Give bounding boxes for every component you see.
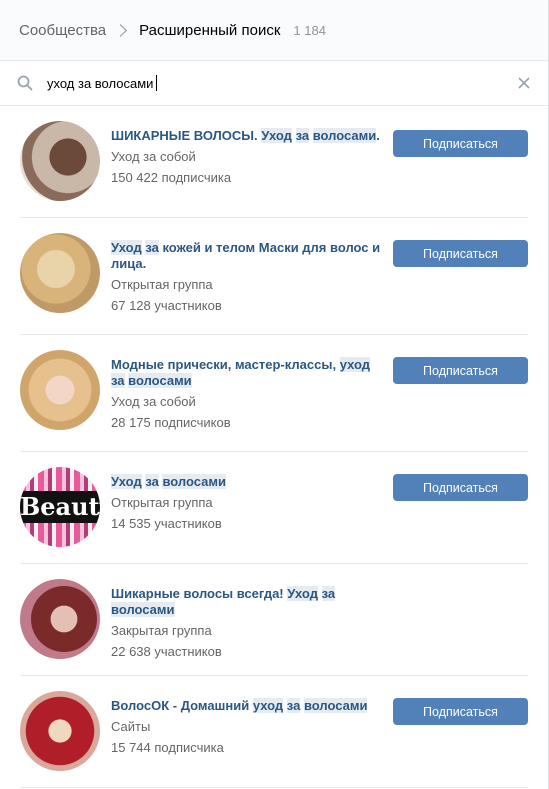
community-title[interactable]: Шикарные волосы всегда! Уход за волосами: [111, 586, 381, 618]
title-part: за: [295, 128, 310, 143]
community-members: 15 744 подписчика: [111, 740, 224, 755]
community-type: Закрытая группа: [111, 623, 212, 638]
list-item: ШИКАРНЫЕ ВОЛОСЫ. Уход за волосами. Уход з…: [20, 106, 528, 218]
community-type: Уход за собой: [111, 149, 196, 164]
community-type: Уход за собой: [111, 394, 196, 409]
subscribe-button[interactable]: Подписаться: [393, 474, 528, 501]
title-part: за: [321, 586, 336, 601]
search-input[interactable]: [47, 75, 487, 91]
search-bar: [0, 61, 548, 106]
community-info: ВолосОК - Домашний уход за волосами Сайты…: [111, 698, 381, 756]
community-title[interactable]: Модные прически, мастер-классы, уход за …: [111, 357, 381, 389]
community-avatar[interactable]: [20, 350, 100, 430]
community-type: Сайты: [111, 719, 151, 734]
community-info: Уход за кожей и телом Маски для волос и …: [111, 240, 381, 314]
title-part: ШИКАРНЫЕ ВОЛОСЫ.: [111, 128, 262, 143]
title-part: волосами: [303, 698, 368, 713]
title-part: волосами: [312, 128, 377, 143]
community-avatar[interactable]: [20, 233, 100, 313]
subscribe-button[interactable]: Подписаться: [393, 240, 528, 267]
community-avatar[interactable]: [20, 121, 100, 201]
community-members: 22 638 участников: [111, 644, 222, 659]
community-avatar[interactable]: [20, 579, 100, 659]
list-item: Модные прически, мастер-классы, уход за …: [20, 335, 528, 452]
search-panel: Сообщества Расширенный поиск 1 184 ШИКАР…: [0, 0, 549, 789]
list-item: Уход за кожей и телом Маски для волос и …: [20, 218, 528, 335]
subscribe-button[interactable]: Подписаться: [393, 698, 528, 725]
title-part: за: [111, 373, 125, 388]
header: Сообщества Расширенный поиск 1 184: [0, 0, 548, 61]
community-title[interactable]: ВолосОК - Домашний уход за волосами: [111, 698, 381, 714]
community-info: Шикарные волосы всегда! Уход за волосами…: [111, 586, 381, 660]
search-icon: [17, 75, 33, 91]
list-item: ВолосОК - Домашний уход за волосами Сайты…: [20, 676, 528, 788]
subscribe-button[interactable]: Подписаться: [393, 130, 528, 157]
community-info: ШИКАРНЫЕ ВОЛОСЫ. Уход за волосами. Уход з…: [111, 128, 381, 186]
community-info: Модные прически, мастер-классы, уход за …: [111, 357, 381, 431]
page-title: Расширенный поиск: [139, 21, 281, 39]
results-list: ШИКАРНЫЕ ВОЛОСЫ. Уход за волосами. Уход з…: [0, 106, 548, 788]
community-type: Открытая группа: [111, 277, 213, 292]
title-part: за: [145, 240, 159, 255]
community-title[interactable]: ШИКАРНЫЕ ВОЛОСЫ. Уход за волосами.: [111, 128, 381, 144]
avatar-label: Beauty: [20, 491, 100, 523]
title-part: .: [376, 128, 380, 143]
community-title[interactable]: Уход за кожей и телом Маски для волос и …: [111, 240, 381, 272]
title-part: Уход: [111, 474, 142, 489]
title-part: Уход: [111, 240, 142, 255]
title-part: Уход: [261, 128, 292, 143]
community-type: Открытая группа: [111, 495, 213, 510]
subscribe-button[interactable]: Подписаться: [393, 357, 528, 384]
title-part: волосами: [111, 602, 175, 617]
title-part: волосами: [162, 474, 227, 489]
community-members: 150 422 подписчика: [111, 170, 232, 185]
community-avatar[interactable]: [20, 691, 100, 771]
title-part: Шикарные волосы всегда!: [111, 586, 288, 601]
text-cursor: [156, 75, 157, 91]
results-count: 1 184: [293, 22, 326, 38]
close-icon[interactable]: [518, 77, 530, 89]
community-title[interactable]: Уход за волосами: [111, 474, 381, 490]
title-part: волосами: [128, 373, 192, 388]
community-members: 67 128 участников: [111, 298, 222, 313]
title-part: ВолосОК - Домашний: [111, 698, 253, 713]
list-item: Шикарные волосы всегда! Уход за волосами…: [20, 564, 528, 676]
breadcrumb-communities[interactable]: Сообщества: [19, 22, 106, 39]
title-part: уход: [339, 357, 371, 372]
community-members: 14 535 участников: [111, 516, 222, 531]
chevron-right-icon: [114, 23, 128, 37]
community-info: Уход за волосами Открытая группа 14 535 уч…: [111, 474, 381, 532]
title-part: уход: [252, 698, 284, 713]
title-part: за: [145, 474, 159, 489]
title-part: Модные прически, мастер-классы,: [111, 357, 340, 372]
list-item: Beauty Уход за волосами Открытая группа 14 …: [20, 452, 528, 564]
community-avatar[interactable]: Beauty: [20, 467, 100, 547]
community-members: 28 175 подписчиков: [111, 415, 231, 430]
title-part: за: [286, 698, 301, 713]
title-part: Уход: [287, 586, 318, 601]
